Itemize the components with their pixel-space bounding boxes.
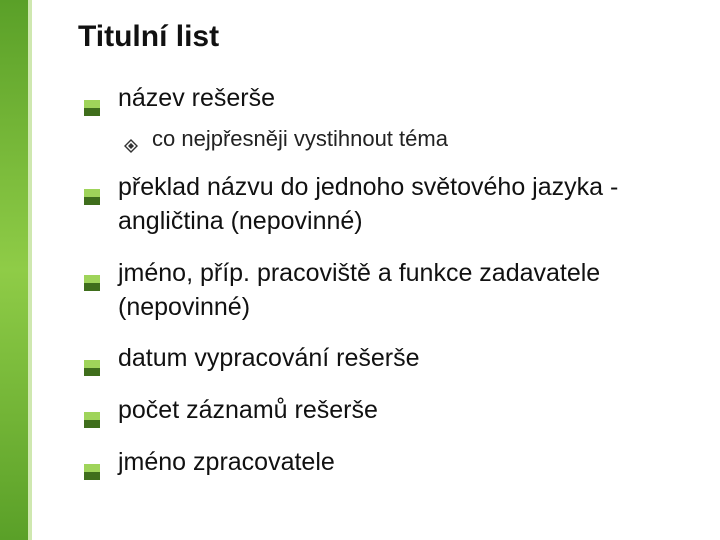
list-item: jméno zpracovatele bbox=[78, 446, 696, 480]
diamond-bullet-icon bbox=[124, 131, 138, 145]
sub-list-item-text: co nejpřesněji vystihnout téma bbox=[152, 126, 448, 151]
sub-list: co nejpřesněji vystihnout téma bbox=[118, 124, 696, 154]
list-item-text: název rešerše bbox=[118, 84, 275, 112]
list-item: překlad názvu do jednoho světového jazyk… bbox=[78, 171, 696, 239]
square-bullet-icon bbox=[84, 92, 100, 108]
accent-sidebar bbox=[0, 0, 28, 540]
square-bullet-icon bbox=[84, 352, 100, 368]
square-bullet-icon bbox=[84, 456, 100, 472]
list-item: jméno, příp. pracoviště a funkce zadavat… bbox=[78, 257, 696, 325]
list-item-text: datum vypracování rešerše bbox=[118, 344, 420, 372]
list-item: název rešerše co nejpřesněji vystihnout … bbox=[78, 82, 696, 153]
list-item: počet záznamů rešerše bbox=[78, 394, 696, 428]
sub-list-item: co nejpřesněji vystihnout téma bbox=[118, 124, 696, 154]
list-item-text: překlad názvu do jednoho světového jazyk… bbox=[118, 173, 618, 235]
square-bullet-icon bbox=[84, 181, 100, 197]
page-title: Titulní list bbox=[78, 20, 696, 54]
square-bullet-icon bbox=[84, 267, 100, 283]
main-list: název rešerše co nejpřesněji vystihnout … bbox=[78, 82, 696, 480]
list-item-text: jméno zpracovatele bbox=[118, 448, 335, 476]
list-item: datum vypracování rešerše bbox=[78, 342, 696, 376]
slide-content: Titulní list název rešerše bbox=[78, 20, 696, 498]
list-item-text: počet záznamů rešerše bbox=[118, 396, 378, 424]
list-item-text: jméno, příp. pracoviště a funkce zadavat… bbox=[118, 259, 600, 321]
square-bullet-icon bbox=[84, 404, 100, 420]
